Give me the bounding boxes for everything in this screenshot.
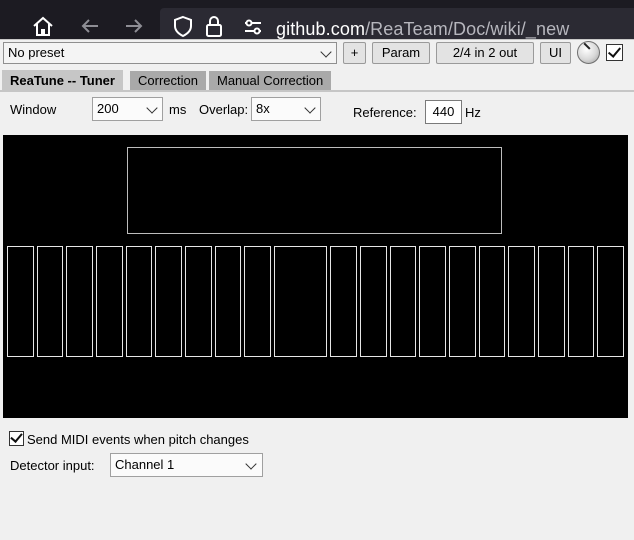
- tuning-meter-segment: [155, 246, 182, 357]
- home-icon[interactable]: [30, 14, 56, 38]
- ui-button[interactable]: UI: [540, 42, 571, 64]
- bypass-checkbox[interactable]: [606, 44, 623, 61]
- back-arrow-icon[interactable]: [78, 14, 102, 38]
- lock-icon[interactable]: [204, 14, 224, 38]
- tuning-meter-segment: [330, 246, 357, 357]
- tuning-meter-segment: [360, 246, 387, 357]
- window-size-dropdown[interactable]: 200: [92, 97, 163, 121]
- wet-dry-knob[interactable]: [577, 41, 600, 64]
- tuning-meter-segment: [597, 246, 624, 357]
- routing-button[interactable]: 2/4 in 2 out: [436, 42, 534, 64]
- overlap-label: Overlap:: [199, 102, 249, 117]
- param-button[interactable]: Param: [372, 42, 430, 64]
- checkmark-icon: [607, 44, 622, 58]
- chevron-down-icon: [245, 458, 257, 470]
- window-label: Window: [10, 102, 57, 117]
- send-midi-label: Send MIDI events when pitch changes: [27, 432, 249, 447]
- tuning-meter-segment: [389, 246, 417, 357]
- detector-input-value: Channel 1: [115, 457, 175, 472]
- tab-manual-correction[interactable]: Manual Correction: [209, 71, 332, 90]
- detector-input-dropdown[interactable]: Channel 1: [110, 453, 263, 477]
- detector-input-label: Detector input:: [10, 458, 95, 473]
- window-unit-label: ms: [169, 102, 187, 117]
- note-readout-box: [127, 147, 502, 234]
- reference-frequency-input[interactable]: 440: [425, 100, 462, 124]
- tuning-meter-segment: [214, 246, 242, 357]
- chevron-down-icon: [320, 46, 332, 58]
- tuning-meter-segment: [419, 246, 446, 357]
- overlap-value: 8x: [256, 101, 270, 116]
- add-preset-button[interactable]: +: [343, 42, 366, 64]
- reatune-plugin-window: No preset + Param 2/4 in 2 out UI Correc…: [0, 39, 634, 540]
- tuning-meter-segment: [508, 246, 535, 357]
- url-text[interactable]: github.com/ReaTeam/Doc/wiki/_new: [276, 19, 569, 40]
- tuning-meter-segment: [274, 246, 328, 357]
- tuner-display: [3, 135, 628, 418]
- window-size-value: 200: [97, 101, 119, 116]
- tab-tuner[interactable]: ReaTune -- Tuner: [2, 70, 123, 91]
- tuning-meter-segment: [185, 246, 212, 357]
- tuning-meter-segment: [66, 246, 93, 357]
- tab-correction[interactable]: Correction: [130, 71, 206, 90]
- tuning-meter-segment: [36, 246, 64, 357]
- tuning-meter-segment: [7, 246, 34, 357]
- tuning-meter-segment: [125, 246, 153, 357]
- permissions-icon[interactable]: [242, 14, 264, 38]
- tuning-meter-segment: [244, 246, 271, 357]
- tuning-meter-segment: [449, 246, 476, 357]
- shield-icon[interactable]: [172, 14, 194, 38]
- tuning-meter-segment: [478, 246, 506, 357]
- checkmark-icon: [10, 430, 23, 443]
- forward-arrow-icon[interactable]: [122, 14, 146, 38]
- tuning-meter-segment: [538, 246, 565, 357]
- overlap-dropdown[interactable]: 8x: [251, 97, 321, 121]
- preset-dropdown[interactable]: No preset: [3, 42, 337, 64]
- tuning-meter-segment: [567, 246, 595, 357]
- tuning-meter-segment: [96, 246, 123, 357]
- reference-unit-label: Hz: [465, 105, 481, 120]
- browser-toolbar: github.com/ReaTeam/Doc/wiki/_new: [0, 0, 634, 42]
- reference-label: Reference:: [353, 105, 417, 120]
- send-midi-checkbox[interactable]: [9, 430, 24, 446]
- chevron-down-icon: [304, 102, 316, 114]
- preset-value: No preset: [8, 45, 65, 60]
- chevron-down-icon: [146, 102, 158, 114]
